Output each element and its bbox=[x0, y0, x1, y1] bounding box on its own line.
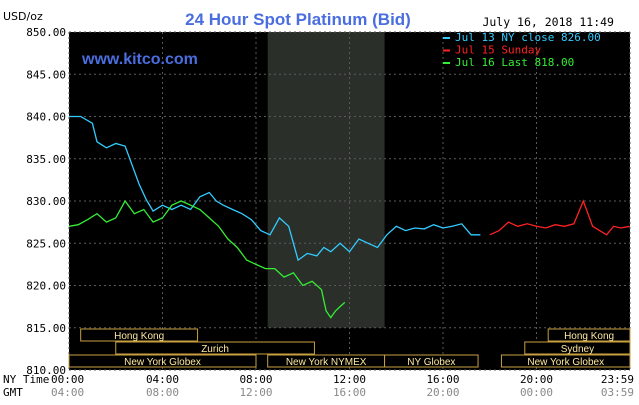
x-tick-label-ny: 00:00 bbox=[51, 373, 84, 386]
x-tick-label-ny: 04:00 bbox=[146, 373, 179, 386]
market-label: Hong Kong bbox=[114, 331, 164, 342]
market-0: Hong Kong bbox=[80, 328, 199, 342]
x-tick-label-gmt: 20:00 bbox=[426, 386, 459, 399]
legend-item-1: Jul 15 Sunday bbox=[443, 44, 541, 57]
x-tick-label-gmt: 16:00 bbox=[333, 386, 366, 399]
x-tick-label-ny: 16:00 bbox=[426, 373, 459, 386]
y-tick-label: 845.00 bbox=[26, 68, 66, 81]
x-tick-label-gmt: 03:59 bbox=[601, 386, 634, 399]
gmt-row-label: GMT bbox=[3, 386, 23, 399]
x-tick-label-gmt: 12:00 bbox=[239, 386, 272, 399]
legend-label: Jul 13 NY close 826.00 bbox=[455, 31, 601, 44]
market-2: Zurich bbox=[115, 341, 315, 355]
shade-rect bbox=[267, 32, 385, 328]
legend-item-0: Jul 13 NY close 826.00 bbox=[443, 31, 601, 44]
legend-item-2: Jul 16 Last 818.00 bbox=[443, 56, 574, 69]
x-tick-label-gmt: 08:00 bbox=[146, 386, 179, 399]
y-tick-label: 850.00 bbox=[26, 26, 66, 39]
y-unit-label: USD/oz bbox=[3, 10, 43, 23]
market-6: NY Globex bbox=[384, 354, 479, 368]
market-3: Sydney bbox=[524, 341, 631, 355]
market-7: New York Globex bbox=[500, 354, 631, 368]
y-tick-label: 835.00 bbox=[26, 153, 66, 166]
market-label: New York Globex bbox=[527, 357, 604, 368]
market-label: Hong Kong bbox=[564, 331, 614, 342]
market-label: Sydney bbox=[561, 344, 594, 355]
market-label: New York Globex bbox=[124, 357, 201, 368]
x-tick-label-ny: 08:00 bbox=[239, 373, 272, 386]
timestamp: July 16, 2018 11:49 bbox=[482, 15, 614, 29]
y-tick-label: 820.00 bbox=[26, 280, 66, 293]
x-tick-label-gmt: 00:00 bbox=[520, 386, 553, 399]
x-tick-label-ny: 12:00 bbox=[333, 373, 366, 386]
nymex-session-shade bbox=[267, 32, 385, 328]
market-label: Zurich bbox=[201, 344, 229, 355]
y-tick-label: 840.00 bbox=[26, 111, 66, 124]
y-tick-label: 815.00 bbox=[26, 322, 66, 335]
x-tick-label-ny: 20:00 bbox=[520, 373, 553, 386]
legend-label: Jul 16 Last 818.00 bbox=[455, 56, 574, 69]
market-4: New York Globex bbox=[68, 354, 257, 368]
chart-title: 24 Hour Spot Platinum (Bid) bbox=[185, 10, 411, 29]
legend-label: Jul 15 Sunday bbox=[455, 44, 541, 57]
y-tick-label: 830.00 bbox=[26, 195, 66, 208]
market-1: Hong Kong bbox=[547, 328, 631, 342]
market-label: New York NYMEX bbox=[286, 357, 367, 368]
market-5: New York NYMEX bbox=[267, 354, 386, 368]
platinum-price-chart: Hong Kong Hong Kong Zurich Sydney New York G… bbox=[3, 10, 634, 399]
y-tick-label: 825.00 bbox=[26, 237, 66, 250]
x-tick-label-ny: 23:59 bbox=[601, 373, 634, 386]
watermark: www.kitco.com bbox=[81, 51, 198, 68]
x-tick-label-gmt: 04:00 bbox=[51, 386, 84, 399]
ny-time-row-label: NY Time bbox=[3, 373, 49, 386]
market-label: NY Globex bbox=[407, 357, 455, 368]
